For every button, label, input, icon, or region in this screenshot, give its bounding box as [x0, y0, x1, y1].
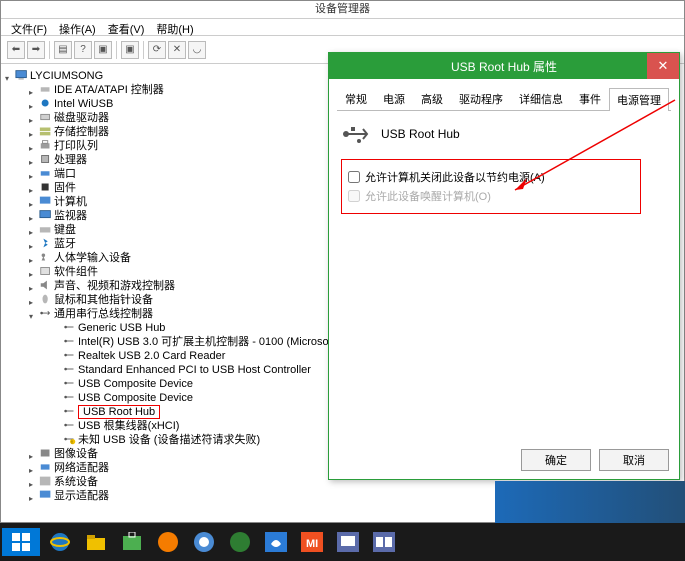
storage-icon — [39, 125, 53, 137]
allow-shutdown-checkbox[interactable] — [348, 171, 360, 183]
main-title: 设备管理器 — [1, 1, 684, 19]
keyboard-icon — [39, 223, 53, 235]
tb-btn-8[interactable]: ✕ — [168, 41, 186, 59]
network-icon — [39, 461, 53, 473]
allow-wake-checkbox — [348, 190, 360, 202]
dialog-title-bar[interactable]: USB Root Hub 属性 ✕ — [329, 53, 679, 79]
cpu-icon — [39, 153, 53, 165]
tb-app-orange[interactable] — [152, 528, 184, 556]
svg-text:MI: MI — [306, 538, 318, 550]
monitor-icon — [39, 209, 53, 221]
dialog-title: USB Root Hub 属性 — [451, 58, 557, 75]
tb-app-mi[interactable]: MI — [296, 528, 328, 556]
device-name: USB Root Hub — [381, 127, 460, 141]
computer-icon — [39, 195, 53, 207]
properties-dialog: USB Root Hub 属性 ✕ 常规 电源 高级 驱动程序 详细信息 事件 … — [328, 52, 680, 480]
usb-icon — [63, 321, 77, 333]
display-icon — [39, 489, 53, 501]
taskbar: MI — [0, 523, 685, 561]
menu-help[interactable]: 帮助(H) — [150, 19, 199, 35]
menu-file[interactable]: 文件(F) — [5, 19, 53, 35]
system-icon — [39, 475, 53, 487]
tb-running-2[interactable] — [368, 528, 400, 556]
tb-ie[interactable] — [44, 528, 76, 556]
pc-icon — [15, 69, 29, 81]
menu-view[interactable]: 查看(V) — [102, 19, 151, 35]
tb-btn-5[interactable]: ▣ — [94, 41, 112, 59]
hid-icon — [39, 251, 53, 263]
controller-icon — [39, 83, 53, 95]
usb-icon — [63, 335, 77, 347]
mouse-icon — [39, 293, 53, 305]
tb-store[interactable] — [116, 528, 148, 556]
disk-icon — [39, 111, 53, 123]
allow-shutdown-label: 允许计算机关闭此设备以节约电源(A) — [365, 169, 545, 185]
tb-btn-3[interactable]: ▤ — [54, 41, 72, 59]
tb-app-blue[interactable] — [188, 528, 220, 556]
firmware-icon — [39, 181, 53, 193]
tab-power[interactable]: 电源 — [375, 87, 413, 110]
tab-driver[interactable]: 驱动程序 — [451, 87, 511, 110]
port-icon — [39, 167, 53, 179]
tb-app-baidu[interactable] — [260, 528, 292, 556]
ok-button[interactable]: 确定 — [521, 449, 591, 471]
tb-running-1[interactable] — [332, 528, 364, 556]
usb-icon — [63, 391, 77, 403]
usb-warn-icon: ! — [63, 433, 77, 445]
tb-explorer[interactable] — [80, 528, 112, 556]
tab-events[interactable]: 事件 — [571, 87, 609, 110]
close-button[interactable]: ✕ — [647, 53, 679, 79]
tab-panel: USB Root Hub 允许计算机关闭此设备以节约电源(A) 允许此设备唤醒计… — [329, 111, 679, 222]
usb-large-icon — [341, 123, 373, 145]
image-icon — [39, 447, 53, 459]
close-icon: ✕ — [658, 58, 669, 74]
usb-icon — [63, 405, 77, 417]
tb-btn-4[interactable]: ? — [74, 41, 92, 59]
tab-powermgmt[interactable]: 电源管理 — [609, 88, 669, 111]
allow-wake-label: 允许此设备唤醒计算机(O) — [365, 188, 491, 204]
tab-advanced[interactable]: 高级 — [413, 87, 451, 110]
tab-general[interactable]: 常规 — [337, 87, 375, 110]
usb-icon — [39, 307, 53, 319]
usb-icon — [63, 349, 77, 361]
menu-bar: 文件(F) 操作(A) 查看(V) 帮助(H) — [1, 19, 684, 36]
start-button[interactable] — [2, 528, 40, 556]
tb-btn-7[interactable]: ⟳ — [148, 41, 166, 59]
back-button[interactable]: ⬅ — [7, 41, 25, 59]
tab-details[interactable]: 详细信息 — [511, 87, 571, 110]
options-box: 允许计算机关闭此设备以节约电源(A) 允许此设备唤醒计算机(O) — [341, 159, 641, 214]
tb-btn-6[interactable]: ▣ — [121, 41, 139, 59]
software-icon — [39, 265, 53, 277]
audio-icon — [39, 279, 53, 291]
tb-app-green[interactable] — [224, 528, 256, 556]
usb-icon — [63, 363, 77, 375]
bluetooth-icon — [39, 237, 53, 249]
menu-action[interactable]: 操作(A) — [53, 19, 102, 35]
fwd-button[interactable]: ➡ — [27, 41, 45, 59]
cancel-button[interactable]: 取消 — [599, 449, 669, 471]
printer-icon — [39, 139, 53, 151]
tab-strip: 常规 电源 高级 驱动程序 详细信息 事件 电源管理 — [337, 87, 671, 111]
intel-icon — [39, 97, 53, 109]
svg-text:!: ! — [71, 439, 72, 444]
tb-btn-9[interactable]: ◡ — [188, 41, 206, 59]
usb-icon — [63, 419, 77, 431]
usb-icon — [63, 377, 77, 389]
